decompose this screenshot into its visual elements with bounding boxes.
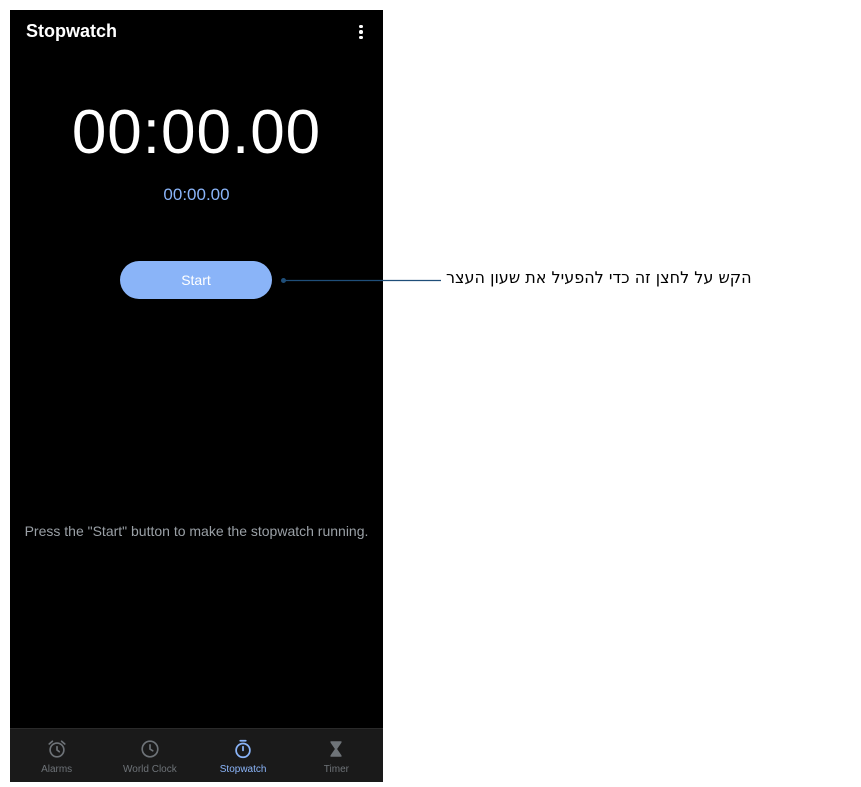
nav-item-world-clock[interactable]: World Clock xyxy=(103,729,196,782)
nav-label-timer: Timer xyxy=(323,764,349,775)
nav-label-alarms: Alarms xyxy=(41,764,73,775)
phone-screen: Stopwatch 00:00.00 00:00.00 Start Press … xyxy=(10,10,383,782)
app-bar: Stopwatch xyxy=(10,10,383,56)
main-time-display: 00:00.00 xyxy=(71,98,322,167)
lap-time-display: 00:00.00 xyxy=(163,185,230,204)
callout-pointer-line xyxy=(281,278,441,283)
more-options-icon[interactable] xyxy=(351,22,371,42)
alarm-icon xyxy=(48,740,66,758)
nav-item-stopwatch[interactable]: Stopwatch xyxy=(197,729,290,782)
hint-text: Press the "Start" button to make the sto… xyxy=(24,523,369,539)
nav-item-alarms[interactable]: Alarms xyxy=(10,729,103,782)
callout-annotation: הקש על לחצן זה כדי להפעיל את שעון העצר xyxy=(446,268,752,287)
clock-icon xyxy=(141,740,159,758)
nav-item-timer[interactable]: Timer xyxy=(290,729,383,782)
nav-label-stopwatch: Stopwatch xyxy=(219,764,267,775)
app-title: Stopwatch xyxy=(26,21,118,41)
bottom-navigation: Alarms World Clock Stopwatch Timer xyxy=(10,728,383,782)
hourglass-icon xyxy=(330,741,342,757)
nav-label-world-clock: World Clock xyxy=(123,764,177,775)
stopwatch-icon xyxy=(235,739,251,759)
start-button[interactable]: Start xyxy=(120,261,272,299)
